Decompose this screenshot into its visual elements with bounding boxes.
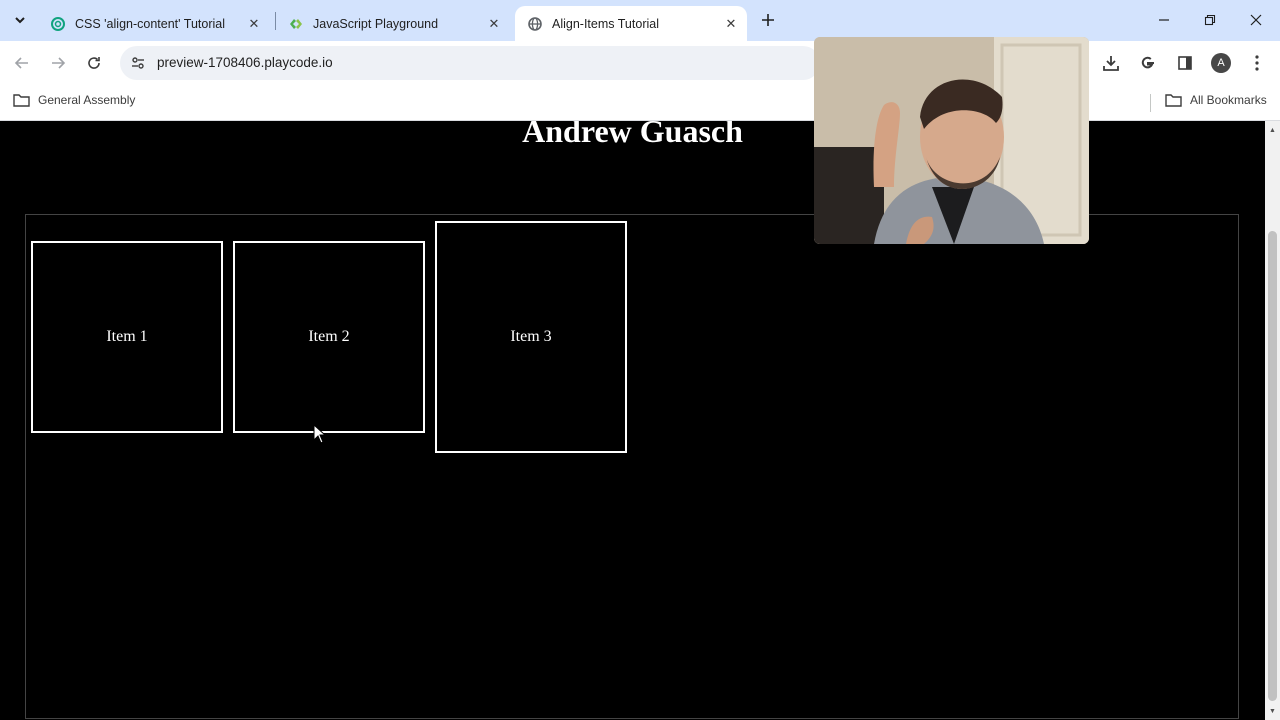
webcam-presenter-image — [814, 37, 1089, 244]
tab-title: JavaScript Playground — [313, 16, 439, 31]
tab-strip: CSS 'align-content' Tutorial ✕ JavaScrip… — [0, 0, 1280, 41]
google-icon — [1141, 56, 1154, 69]
item-label: Item 3 — [510, 328, 552, 345]
scrollbar-thumb[interactable] — [1268, 231, 1277, 701]
address-bar[interactable]: preview-1708406.playcode.io — [120, 46, 820, 80]
vertical-scrollbar[interactable]: ▲ ▼ — [1265, 121, 1280, 720]
forward-button[interactable] — [46, 51, 70, 75]
webcam-overlay — [814, 37, 1089, 244]
tab-title: Align-Items Tutorial — [552, 16, 659, 31]
google-extension-button[interactable] — [1136, 51, 1160, 75]
plus-icon — [762, 14, 774, 26]
tab-css-align-content[interactable]: CSS 'align-content' Tutorial ✕ — [38, 6, 270, 41]
scroll-up-arrow-icon[interactable]: ▲ — [1265, 123, 1280, 137]
all-bookmarks-button[interactable]: All Bookmarks — [1165, 93, 1267, 107]
bookmark-label: General Assembly — [38, 93, 136, 107]
close-icon[interactable]: ✕ — [485, 15, 503, 33]
close-icon[interactable]: ✕ — [722, 15, 740, 33]
window-close-button[interactable] — [1238, 5, 1274, 35]
flex-item-3: Item 3 — [435, 221, 627, 453]
restore-icon — [1204, 14, 1216, 26]
side-panel-button[interactable] — [1173, 51, 1197, 75]
bookmark-label: All Bookmarks — [1190, 93, 1267, 107]
bookmark-folder-general-assembly[interactable]: General Assembly — [13, 93, 135, 107]
download-icon — [1103, 56, 1119, 71]
avatar: A — [1211, 53, 1231, 73]
reload-button[interactable] — [82, 51, 106, 75]
back-button[interactable] — [10, 51, 34, 75]
arrow-left-icon — [14, 57, 28, 69]
menu-button[interactable] — [1245, 51, 1269, 75]
chevron-down-icon — [15, 17, 25, 24]
url-text: preview-1708406.playcode.io — [157, 55, 333, 70]
chatgpt-icon — [50, 16, 66, 32]
close-icon — [1250, 14, 1262, 26]
downloads-button[interactable] — [1099, 51, 1123, 75]
reload-icon — [88, 57, 100, 69]
tab-javascript-playground[interactable]: JavaScript Playground ✕ — [276, 6, 510, 41]
mouse-cursor-icon — [313, 424, 327, 444]
item-label: Item 1 — [106, 328, 148, 345]
bookmark-separator — [1150, 94, 1151, 112]
kebab-menu-icon — [1255, 55, 1259, 71]
tab-search-button[interactable] — [8, 8, 32, 32]
new-tab-button[interactable] — [757, 9, 779, 31]
tab-align-items[interactable]: Align-Items Tutorial ✕ — [515, 6, 747, 41]
globe-icon — [527, 16, 543, 32]
flex-item-1: Item 1 — [31, 241, 223, 433]
site-info-icon[interactable] — [128, 53, 148, 73]
folder-icon — [13, 94, 30, 107]
flex-item-2: Item 2 — [233, 241, 425, 433]
playcode-icon — [288, 16, 304, 32]
tab-title: CSS 'align-content' Tutorial — [75, 16, 225, 31]
folder-icon — [1165, 94, 1182, 107]
arrow-right-icon — [52, 57, 66, 69]
item-label: Item 2 — [308, 328, 350, 345]
profile-button[interactable]: A — [1209, 51, 1233, 75]
scroll-down-arrow-icon[interactable]: ▼ — [1265, 704, 1280, 718]
minimize-button[interactable] — [1146, 5, 1182, 35]
side-panel-icon — [1178, 56, 1192, 70]
restore-button[interactable] — [1192, 5, 1228, 35]
minimize-icon — [1159, 19, 1169, 21]
close-icon[interactable]: ✕ — [245, 15, 263, 33]
